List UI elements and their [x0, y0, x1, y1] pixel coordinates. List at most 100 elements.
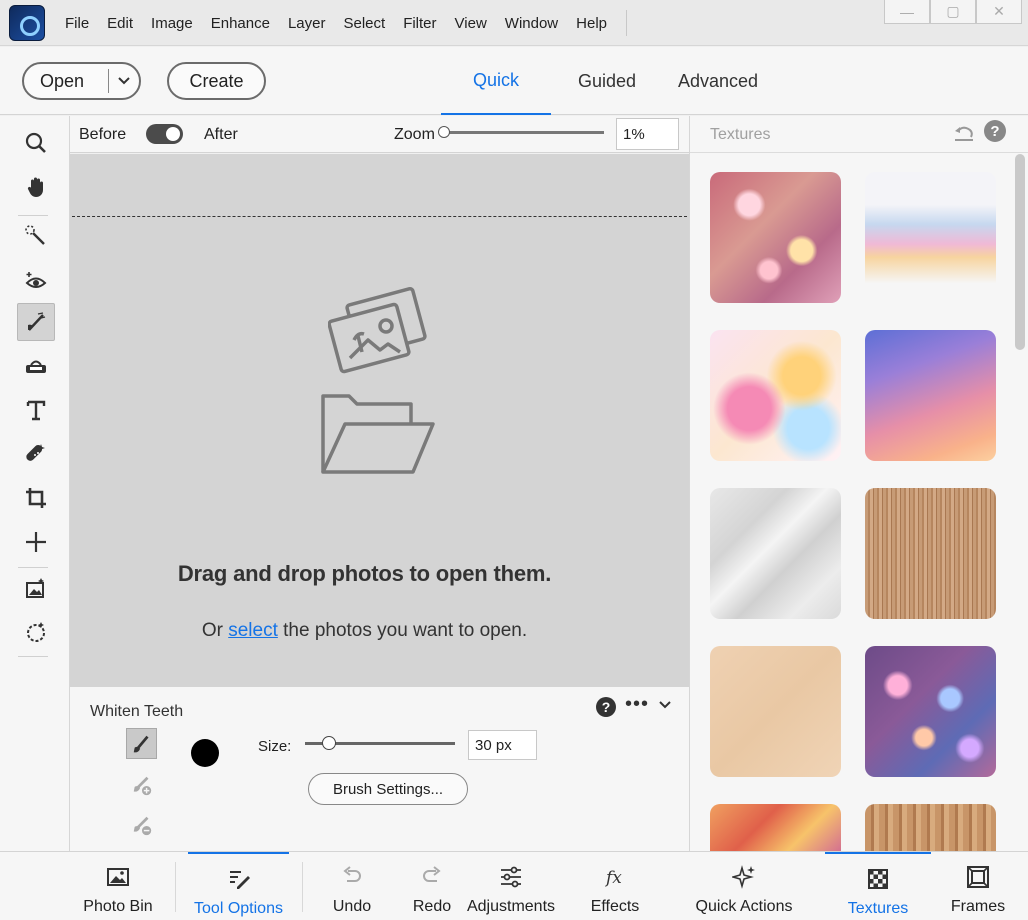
app-logo	[9, 5, 45, 41]
menu-filter[interactable]: Filter	[394, 15, 445, 32]
menu-layer[interactable]: Layer	[279, 15, 335, 32]
crop-icon	[26, 488, 46, 508]
before-label: Before	[79, 126, 127, 143]
red-eye-tool[interactable]	[17, 261, 55, 299]
effects-label: Effects	[590, 898, 640, 915]
type-tool[interactable]	[17, 391, 55, 429]
zoom-slider-thumb[interactable]	[438, 126, 450, 138]
texture-thumbnail[interactable]	[710, 646, 841, 777]
create-button[interactable]: Create	[167, 62, 266, 100]
straighten-tool[interactable]	[17, 347, 55, 385]
drop-suffix: the photos you want to open.	[283, 620, 528, 641]
canvas-divider	[72, 216, 687, 217]
texture-thumbnail[interactable]	[865, 172, 996, 303]
tab-advanced[interactable]: Advanced	[668, 47, 768, 115]
close-button[interactable]: ✕	[976, 0, 1022, 24]
texture-thumbnail[interactable]	[710, 488, 841, 619]
redo-button[interactable]: Redo	[402, 852, 462, 920]
before-after-toggle[interactable]	[146, 124, 183, 144]
texture-thumbnail[interactable]	[865, 646, 996, 777]
straighten-icon	[26, 360, 46, 373]
menu-image[interactable]: Image	[142, 15, 202, 32]
reset-icon[interactable]	[953, 122, 975, 144]
toolbar-divider	[18, 567, 48, 568]
frames-button[interactable]: Frames	[946, 852, 1010, 920]
whiten-teeth-tool[interactable]	[17, 303, 55, 341]
tool-options-label: Tool Options	[194, 900, 283, 917]
perfect-pet-tool[interactable]	[17, 613, 55, 651]
select-photos-link[interactable]: select	[228, 620, 278, 641]
zoom-input[interactable]: 1%	[616, 118, 679, 150]
size-slider-thumb[interactable]	[322, 736, 336, 750]
help-icon[interactable]: ?	[596, 697, 616, 717]
frames-label: Frames	[950, 898, 1006, 915]
effects-icon: fx	[604, 868, 622, 888]
texture-thumbnail[interactable]	[865, 804, 996, 851]
hand-tool[interactable]	[17, 168, 55, 206]
tab-guided[interactable]: Guided	[562, 47, 652, 115]
toolbar-divider	[18, 215, 48, 216]
menu-select[interactable]: Select	[334, 15, 394, 32]
chevron-down-icon[interactable]	[109, 76, 139, 86]
more-options-icon[interactable]: •••	[625, 693, 649, 716]
texture-thumbnail[interactable]	[865, 488, 996, 619]
undo-button[interactable]: Undo	[322, 852, 382, 920]
move-tool[interactable]	[17, 523, 55, 561]
menu-enhance[interactable]: Enhance	[202, 15, 279, 32]
tool-options-tab[interactable]: Tool Options	[188, 852, 289, 920]
svg-text:fx: fx	[604, 868, 622, 888]
crop-tool[interactable]	[17, 479, 55, 517]
drop-prefix: Or	[201, 620, 223, 641]
folder-icon	[321, 394, 435, 474]
zoom-slider[interactable]	[438, 126, 604, 138]
textures-tab[interactable]: Textures	[825, 852, 931, 920]
quick-selection-icon	[25, 225, 45, 245]
frames-icon	[967, 866, 989, 888]
menu-view[interactable]: View	[446, 15, 496, 32]
photo-bin-button[interactable]: Photo Bin	[78, 852, 158, 920]
texture-thumbnail[interactable]	[710, 330, 841, 461]
undo-label: Undo	[332, 898, 372, 915]
red-eye-icon	[25, 272, 47, 288]
menu-divider	[626, 10, 627, 36]
menu-help[interactable]: Help	[567, 15, 616, 32]
photo-bin-icon	[107, 868, 129, 886]
zoom-tool[interactable]	[17, 124, 55, 162]
window-controls: — ▢ ✕	[884, 0, 1022, 24]
brush-subtract-icon	[133, 816, 151, 835]
open-label[interactable]: Open	[24, 71, 108, 92]
minimize-button[interactable]: —	[884, 0, 930, 24]
foreground-color-swatch[interactable]	[191, 739, 219, 767]
adjustments-label: Adjustments	[466, 898, 556, 915]
size-input[interactable]: 30 px	[468, 730, 537, 760]
tool-options-title: Whiten Teeth	[90, 703, 184, 720]
menu-edit[interactable]: Edit	[98, 15, 142, 32]
adjustments-icon	[501, 866, 521, 888]
effects-button[interactable]: fx Effects	[585, 852, 645, 920]
textures-icon	[868, 869, 888, 889]
adjustments-button[interactable]: Adjustments	[464, 852, 558, 920]
textures-scrollbar[interactable]	[1015, 154, 1025, 350]
open-button[interactable]: Open	[22, 62, 141, 100]
canvas-drop-area[interactable]: Drag and drop photos to open them. Or se…	[70, 154, 689, 686]
recompose-icon	[26, 578, 44, 598]
recompose-tool[interactable]	[17, 569, 55, 607]
brush-mode-subtract[interactable]	[126, 810, 157, 841]
drop-instructions-title: Drag and drop photos to open them.	[177, 561, 552, 586]
maximize-button[interactable]: ▢	[930, 0, 976, 24]
help-icon[interactable]: ?	[984, 120, 1006, 142]
size-slider[interactable]	[305, 736, 455, 750]
spot-healing-tool[interactable]	[17, 435, 55, 473]
menu-file[interactable]: File	[56, 15, 98, 32]
texture-thumbnail[interactable]	[710, 804, 841, 851]
chevron-down-icon[interactable]	[657, 697, 673, 713]
quick-actions-button[interactable]: Quick Actions	[692, 852, 796, 920]
menu-window[interactable]: Window	[496, 15, 567, 32]
quick-selection-tool[interactable]	[17, 217, 55, 255]
texture-thumbnail[interactable]	[710, 172, 841, 303]
brush-mode-new[interactable]	[126, 728, 157, 759]
brush-settings-button[interactable]: Brush Settings...	[308, 773, 468, 805]
texture-thumbnail[interactable]	[865, 330, 996, 461]
brush-mode-add[interactable]	[126, 770, 157, 801]
tab-quick[interactable]: Quick	[441, 47, 551, 115]
